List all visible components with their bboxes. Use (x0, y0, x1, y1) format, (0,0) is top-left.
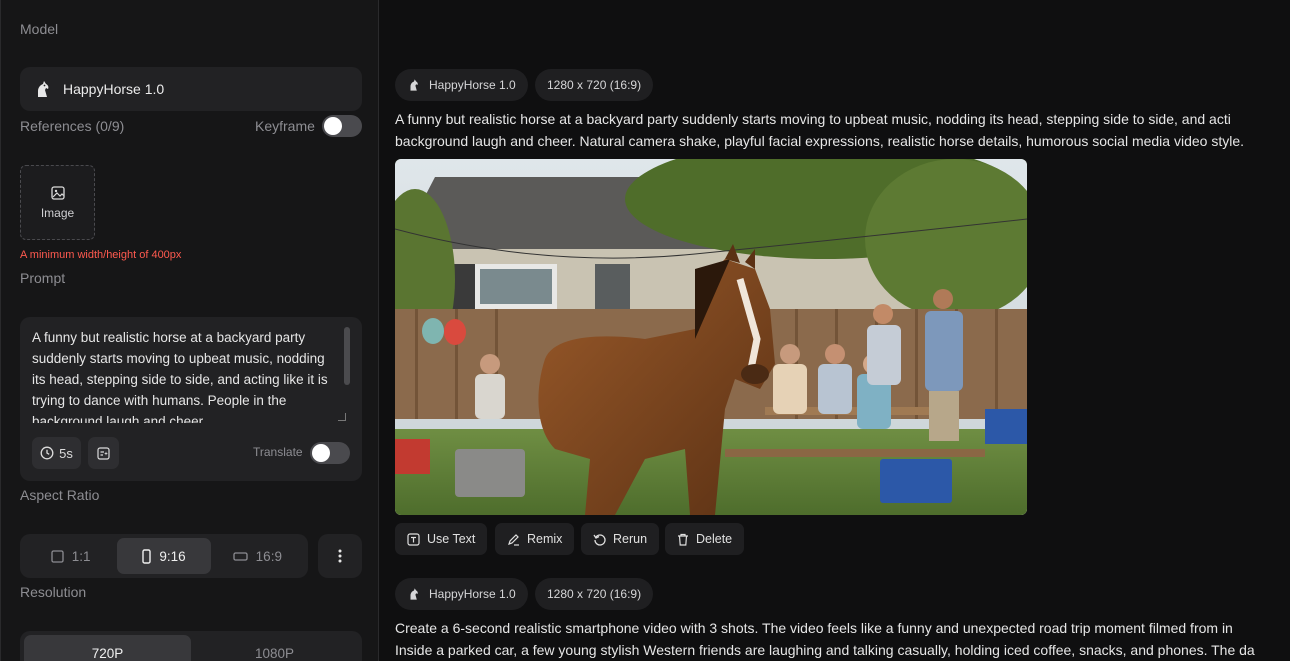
prompt-box: A funny but realistic horse at a backyar… (20, 317, 362, 481)
resolution-selector: 720P 1080P (20, 631, 362, 661)
landscape-icon (233, 551, 248, 561)
remix-button[interactable]: Remix (495, 523, 575, 555)
more-vertical-icon (338, 549, 342, 563)
keyframe-toggle[interactable] (322, 115, 362, 137)
more-options-button[interactable] (318, 534, 362, 578)
prompt-scrollbar[interactable] (344, 327, 350, 385)
portrait-icon (142, 548, 152, 564)
horse-logo-icon (33, 79, 53, 99)
action-label: Delete (696, 532, 733, 546)
rerun-icon (593, 533, 606, 546)
aspect-option-label: 9:16 (159, 548, 186, 564)
delete-button[interactable]: Delete (665, 523, 745, 555)
aspect-option-label: 1:1 (71, 548, 91, 564)
rerun-button[interactable]: Rerun (581, 523, 660, 555)
prompt-textarea[interactable]: A funny but realistic horse at a backyar… (32, 327, 332, 423)
prompt-enhance-icon (96, 446, 111, 461)
model-label: Model (20, 21, 59, 37)
model-tag-label: HappyHorse 1.0 (429, 78, 516, 92)
prompt-line: background laugh and cheer. Natural came… (395, 133, 1245, 149)
duration-value: 5s (59, 445, 73, 461)
remix-icon (507, 533, 520, 546)
aspect-ratio-selector: 1:1 9:16 16:9 (20, 534, 308, 578)
aspect-ratio-label: Aspect Ratio (20, 487, 100, 503)
duration-chip[interactable]: 5s (32, 437, 81, 469)
generation-prompt: A funny but realistic horse at a backyar… (395, 108, 1290, 152)
resolution-option-720p[interactable]: 720P (24, 635, 191, 661)
clock-icon (40, 446, 54, 460)
prompt-enhance-button[interactable] (88, 437, 119, 469)
horse-logo-icon (407, 78, 421, 92)
size-tag: 1280 x 720 (16:9) (535, 578, 654, 610)
generated-video[interactable] (395, 159, 1027, 515)
text-icon (407, 532, 420, 546)
square-icon (51, 549, 64, 563)
model-tag: HappyHorse 1.0 (395, 69, 528, 101)
model-tag: HappyHorse 1.0 (395, 578, 528, 610)
resize-handle[interactable] (338, 413, 346, 421)
action-label: Use Text (427, 532, 476, 546)
use-text-button[interactable]: Use Text (395, 523, 488, 555)
image-icon (50, 185, 65, 200)
model-tag-label: HappyHorse 1.0 (429, 587, 516, 601)
prompt-line: Inside a parked car, a few young stylish… (395, 642, 1255, 658)
references-label: References (0/9) (20, 118, 125, 134)
translate-toggle[interactable] (310, 442, 350, 464)
prompt-line: Create a 6-second realistic smartphone v… (395, 620, 1233, 636)
aspect-option-1-1[interactable]: 1:1 (24, 538, 117, 574)
generation-prompt: Create a 6-second realistic smartphone v… (395, 617, 1290, 661)
action-label: Remix (527, 532, 563, 546)
prompt-line: A funny but realistic horse at a backyar… (395, 111, 1231, 127)
image-size-hint: A minimum width/height of 400px (20, 249, 182, 261)
model-selector[interactable]: HappyHorse 1.0 (20, 67, 362, 111)
prompt-label: Prompt (20, 270, 66, 286)
model-name: HappyHorse 1.0 (63, 81, 165, 97)
horse-logo-icon (407, 587, 421, 601)
size-tag: 1280 x 720 (16:9) (535, 69, 654, 101)
translate-label: Translate (253, 445, 303, 459)
aspect-option-label: 16:9 (255, 548, 282, 564)
video-frame (395, 159, 1027, 515)
resolution-label: Resolution (20, 584, 87, 600)
trash-icon (677, 533, 689, 546)
image-button-label: Image (40, 205, 75, 220)
image-upload-button[interactable]: Image (20, 165, 95, 240)
aspect-option-9-16[interactable]: 9:16 (117, 538, 211, 574)
resolution-option-1080p[interactable]: 1080P (191, 635, 358, 661)
aspect-option-16-9[interactable]: 16:9 (211, 538, 304, 574)
action-label: Rerun (613, 532, 648, 546)
keyframe-label: Keyframe (255, 118, 315, 134)
